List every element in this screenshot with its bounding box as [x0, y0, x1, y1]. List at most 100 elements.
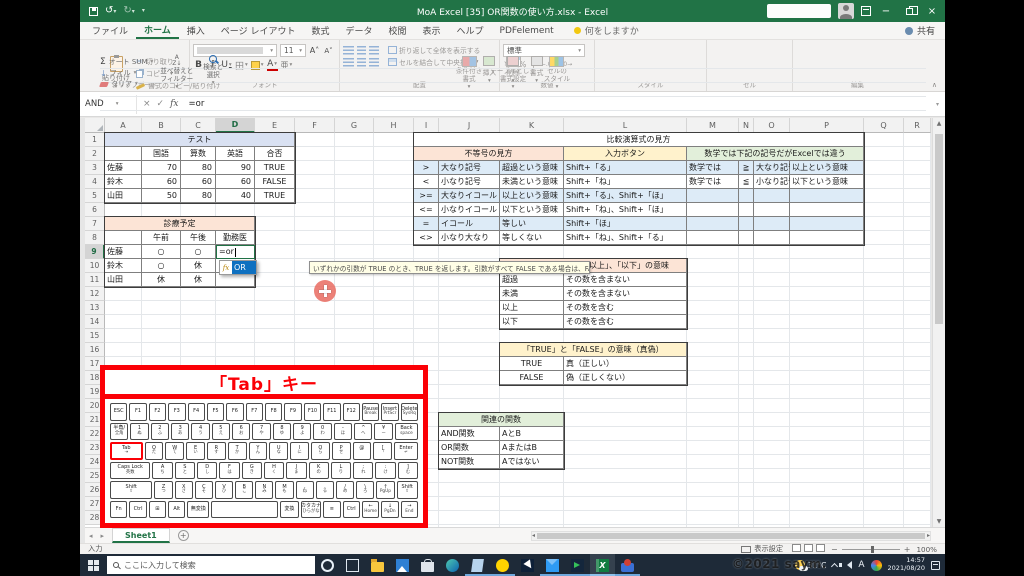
cell-B2[interactable]: 国語	[142, 147, 181, 161]
start-button[interactable]	[80, 554, 107, 576]
row-header-9[interactable]: 9	[85, 245, 105, 259]
cell-B10[interactable]: ○	[142, 259, 181, 273]
cell-M8[interactable]	[687, 231, 739, 245]
column-header-A[interactable]: A	[105, 118, 142, 133]
cell-I5[interactable]: >=	[414, 189, 439, 203]
row-header-4[interactable]: 4	[85, 175, 105, 189]
cell-K22[interactable]: AとB	[500, 427, 564, 441]
taskbar-mail-button[interactable]	[540, 554, 565, 576]
cell-L14[interactable]: その数を含む	[564, 315, 687, 329]
cell-B5[interactable]: 50	[142, 189, 181, 203]
cell-C5[interactable]: 80	[181, 189, 216, 203]
column-header-P[interactable]: P	[790, 118, 864, 133]
tab-ファイル[interactable]: ファイル	[84, 22, 136, 39]
cell-E5[interactable]: TRUE	[255, 189, 295, 203]
tab-挿入[interactable]: 挿入	[179, 22, 213, 39]
new-sheet-icon[interactable]: +	[178, 530, 189, 541]
scroll-down-icon[interactable]: ▼	[933, 518, 945, 525]
cell-C8[interactable]: 午後	[181, 231, 216, 245]
cell-N7[interactable]	[739, 217, 754, 231]
row-header-10[interactable]: 10	[85, 259, 105, 273]
cell-I1[interactable]: 比較演算式の見方	[414, 133, 864, 147]
row-header-6[interactable]: 6	[85, 203, 105, 217]
cell-P7[interactable]	[790, 217, 864, 231]
wrap-text-button[interactable]: 折り返して全体を表示する	[388, 45, 480, 55]
cell-K7[interactable]: 等しい	[500, 217, 564, 231]
column-header-G[interactable]: G	[335, 118, 374, 133]
tab-ヘルプ[interactable]: ヘルプ	[449, 22, 492, 39]
cell-I3[interactable]: >	[414, 161, 439, 175]
autosum-button[interactable]: Σオート SUM ▾	[100, 57, 153, 67]
cell-D2[interactable]: 英語	[216, 147, 255, 161]
cell-K23[interactable]: AまたはB	[500, 441, 564, 455]
align-top-icon[interactable]	[343, 46, 354, 55]
share-button[interactable]: 共有	[905, 22, 935, 39]
column-header-I[interactable]: I	[414, 118, 439, 133]
cell-B3[interactable]: 70	[142, 161, 181, 175]
account-avatar[interactable]	[838, 3, 854, 19]
tab-表示[interactable]: 表示	[415, 22, 449, 39]
taskbar-file-explorer-button[interactable]	[365, 554, 390, 576]
cell-B9[interactable]: ○	[142, 245, 181, 259]
clear-button[interactable]: クリア ▾	[100, 79, 153, 89]
cell-K8[interactable]: 等しくない	[500, 231, 564, 245]
restore-button[interactable]	[901, 3, 917, 19]
vertical-scrollbar[interactable]: ▲ ▼	[932, 118, 945, 527]
row-header-7[interactable]: 7	[85, 217, 105, 231]
scroll-up-icon[interactable]: ▲	[933, 120, 945, 127]
taskbar-yellow-app-button[interactable]	[490, 554, 515, 576]
cell-D4[interactable]: 60	[216, 175, 255, 189]
column-header-B[interactable]: B	[142, 118, 181, 133]
column-header-D[interactable]: D	[216, 118, 255, 133]
cell-J4[interactable]: 小なり記号	[439, 175, 500, 189]
cell-J3[interactable]: 大なり記号	[439, 161, 500, 175]
cell-A4[interactable]: 鈴木	[105, 175, 142, 189]
column-header-F[interactable]: F	[295, 118, 335, 133]
cell-A2[interactable]	[105, 147, 142, 161]
cell-E3[interactable]: TRUE	[255, 161, 295, 175]
cell-P8[interactable]	[790, 231, 864, 245]
customize-qat-icon[interactable]: ▾	[142, 8, 145, 14]
column-header-Q[interactable]: Q	[864, 118, 904, 133]
tab-ホーム[interactable]: ホーム	[136, 22, 179, 39]
cell-N5[interactable]	[739, 189, 754, 203]
expand-formula-bar-icon[interactable]: ▾	[936, 101, 945, 108]
scroll-left-icon[interactable]: ◂	[532, 532, 535, 539]
cell-L13[interactable]: その数を含む	[564, 301, 687, 315]
find-select-button[interactable]: 検索と 選択▾	[200, 55, 226, 86]
tab-校閲[interactable]: 校閲	[380, 22, 414, 39]
display-settings-button[interactable]: 表示設定	[741, 544, 783, 554]
zoom-out-icon[interactable]: −	[831, 545, 838, 554]
row-header-14[interactable]: 14	[85, 315, 105, 329]
cell-L4[interactable]: Shift+「ね」	[564, 175, 687, 189]
cell-I7[interactable]: =	[414, 217, 439, 231]
cell-K11[interactable]: 超過	[500, 273, 564, 287]
cell-K3[interactable]: 超過という意味	[500, 161, 564, 175]
volume-icon[interactable]	[843, 561, 852, 569]
cell-D9[interactable]: =or	[216, 245, 255, 259]
align-middle-icon[interactable]	[357, 46, 366, 55]
cell-K16[interactable]: 「TRUE」と「FALSE」の意味（真偽）	[500, 343, 687, 357]
taskbar-task-view-button[interactable]	[340, 554, 365, 576]
cell-J6[interactable]: 小なりイコール	[439, 203, 500, 217]
cell-J8[interactable]: 小なり大なり	[439, 231, 500, 245]
cell-M2[interactable]: 数学では下記の記号だがExcelでは違う	[687, 147, 864, 161]
tab-PDFelement[interactable]: PDFelement	[492, 22, 562, 39]
column-header-C[interactable]: C	[181, 118, 216, 133]
cell-E2[interactable]: 合否	[255, 147, 295, 161]
cell-K14[interactable]: 以下	[500, 315, 564, 329]
cell-A11[interactable]: 山田	[105, 273, 142, 287]
cell-J7[interactable]: イコール	[439, 217, 500, 231]
cell-P5[interactable]	[790, 189, 864, 203]
collapse-ribbon-icon[interactable]: ∧	[932, 81, 937, 89]
cell-N6[interactable]	[739, 203, 754, 217]
browser-tray-icon[interactable]	[871, 560, 882, 571]
cell-K17[interactable]: TRUE	[500, 357, 564, 371]
cell-C4[interactable]: 60	[181, 175, 216, 189]
taskbar-pointer-app-button[interactable]	[515, 554, 540, 576]
cell-C11[interactable]: 休	[181, 273, 216, 287]
cell-K5[interactable]: 以上という意味	[500, 189, 564, 203]
action-center-icon[interactable]	[931, 561, 940, 570]
cell-D3[interactable]: 90	[216, 161, 255, 175]
ribbon-display-options-icon[interactable]	[861, 6, 871, 16]
